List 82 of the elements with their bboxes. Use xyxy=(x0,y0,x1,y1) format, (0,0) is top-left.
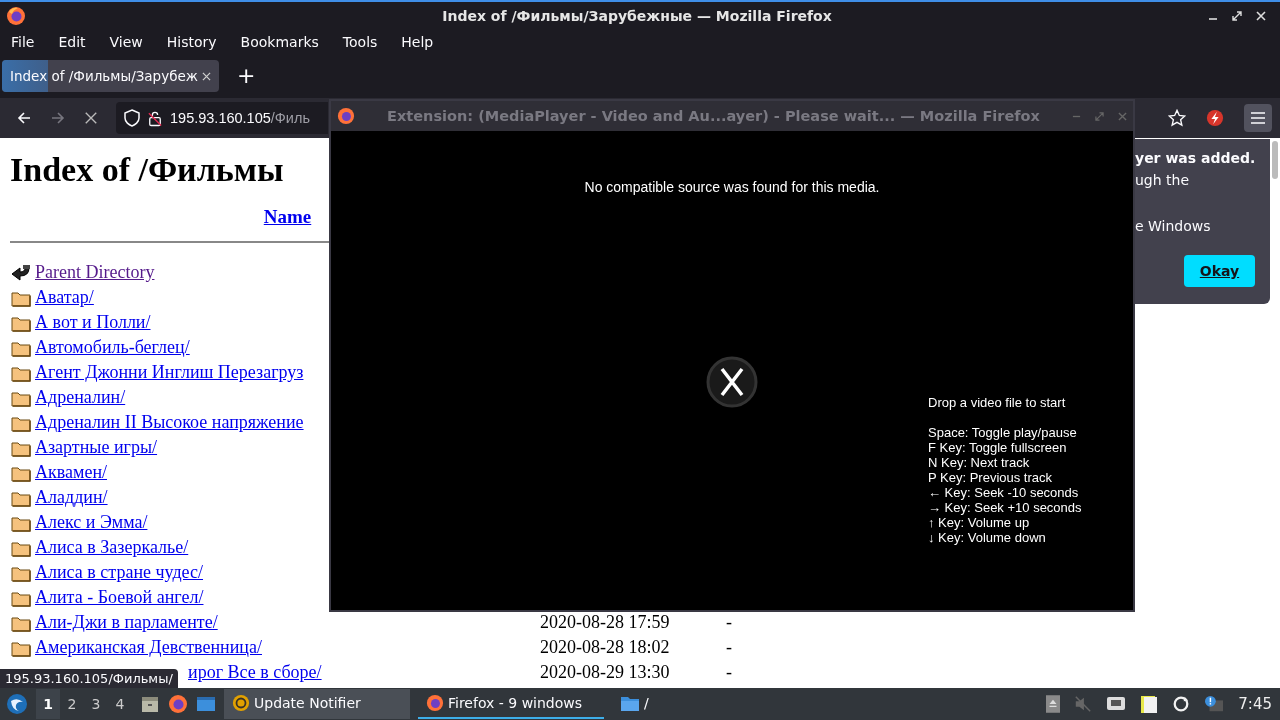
date-cell: 2020-08-28 17:59 xyxy=(540,612,670,633)
size-cell-text: - xyxy=(725,612,732,633)
menu-item[interactable]: Tools xyxy=(335,34,385,50)
folder-link[interactable]: Алиса в стране чудес/ xyxy=(35,562,203,583)
menu-item[interactable]: View xyxy=(102,34,150,50)
lightning-icon[interactable] xyxy=(1206,109,1224,127)
date-cell: 2020-08-29 13:30 xyxy=(540,662,670,683)
shortcut-text: ↓ Key: Volume down xyxy=(928,530,1047,545)
clock[interactable]: 7:45 xyxy=(1238,695,1272,713)
shortcut-text: ↑ Key: Volume up xyxy=(928,515,1031,530)
folder-link[interactable]: Али-Джи в парламенте/ xyxy=(35,612,218,633)
insecure-lock-icon[interactable] xyxy=(148,109,162,127)
menu-item[interactable]: Edit xyxy=(51,34,93,50)
folder-icon xyxy=(620,694,640,712)
workspace-button[interactable]: 3 xyxy=(84,689,108,719)
notification-title: yer was added. xyxy=(1134,150,1257,168)
window-title: Index of /Фильмы/Зарубежные — Mozilla Firefox xyxy=(441,8,833,24)
scrollbar-thumb[interactable] xyxy=(1272,141,1278,179)
taskbar-button[interactable]: / xyxy=(612,689,798,719)
workspace-button[interactable]: 4 xyxy=(108,689,132,719)
folder-link[interactable]: Азартные игры/ xyxy=(35,437,158,458)
new-tab-button[interactable]: + xyxy=(228,64,264,88)
error-x-icon xyxy=(706,356,758,408)
folder-link[interactable]: Алита - Боевой ангел/ xyxy=(35,587,204,608)
folder-link[interactable]: Parent Directory xyxy=(35,262,155,283)
error-message: No compatible source was found for this media. xyxy=(584,179,880,195)
menu-icon[interactable] xyxy=(1244,104,1272,132)
firefox-icon xyxy=(426,694,444,712)
column-header[interactable]: Name xyxy=(263,205,312,228)
shortcut-text: Space: Toggle play/pause xyxy=(928,425,1078,440)
notification-icon[interactable] xyxy=(1204,695,1225,713)
size-cell-text: - xyxy=(725,637,732,658)
taskbar-button[interactable]: Update Notifier xyxy=(224,689,410,719)
menu-item[interactable]: Bookmarks xyxy=(233,34,326,50)
folder-link[interactable]: А вот и Полли/ xyxy=(35,312,151,333)
shield-icon[interactable] xyxy=(124,109,140,127)
file-cabinet-icon[interactable] xyxy=(140,694,160,714)
firefox-icon xyxy=(6,6,26,26)
window-icon[interactable] xyxy=(196,694,216,714)
taskbar-button[interactable]: Firefox - 9 windows xyxy=(418,689,604,719)
shortcut-text: P Key: Previous track xyxy=(928,470,1054,485)
back-arrow-icon xyxy=(11,263,31,282)
menu-item[interactable]: File xyxy=(4,34,42,50)
eject-icon[interactable] xyxy=(1046,695,1061,713)
size-cell-text: - xyxy=(725,662,732,683)
back-icon[interactable] xyxy=(16,110,32,126)
notification-text: ugh the xyxy=(1134,172,1191,190)
forward-icon[interactable] xyxy=(50,110,66,126)
okay-button[interactable]: Okay xyxy=(1184,255,1255,287)
folder-link[interactable]: Адреналин II Высокое напряжение xyxy=(35,412,304,433)
network-icon[interactable] xyxy=(1106,695,1127,713)
star-icon[interactable] xyxy=(1168,109,1186,127)
menu-item[interactable]: History xyxy=(159,34,224,50)
folder-link[interactable]: Аватар/ xyxy=(35,287,94,308)
link-status-tooltip: 195.93.160.105/Фильмы/ xyxy=(0,669,178,688)
notification-text: e Windows xyxy=(1134,218,1212,236)
workspace-button[interactable]: 1 xyxy=(36,689,60,719)
clipboard-icon[interactable] xyxy=(1140,694,1159,714)
address-field[interactable]: 195.93.160.105/Филь xyxy=(116,102,328,134)
folder-link[interactable]: Автомобиль-беглец/ xyxy=(35,337,190,358)
firefox-icon xyxy=(337,107,355,125)
shortcut-text: F Key: Toggle fullscreen xyxy=(928,440,1068,455)
folder-link[interactable]: Аладдин/ xyxy=(35,487,108,508)
folder-link[interactable]: Агент Джонни Инглиш Перезагруз xyxy=(35,362,304,383)
folder-link[interactable]: Алекс и Эмма/ xyxy=(35,512,148,533)
browser-tab[interactable]: Index of /Фильмы/Зарубеж xyxy=(2,60,219,92)
workspace-button[interactable]: 2 xyxy=(60,689,84,719)
start-menu-icon[interactable] xyxy=(6,693,28,715)
shortcut-text: ← Key: Seek -10 seconds xyxy=(928,485,1080,500)
folder-link[interactable]: Адреналин/ xyxy=(35,387,126,408)
firefox-icon[interactable] xyxy=(168,694,188,714)
folder-link[interactable]: Алиса в Зазеркалье/ xyxy=(35,537,189,558)
shortcut-text: → Key: Seek +10 seconds xyxy=(928,500,1082,515)
folder-link[interactable]: Американская Девственница/ xyxy=(35,637,262,658)
shortcut-text: N Key: Next track xyxy=(928,455,1031,470)
menu-item[interactable]: Help xyxy=(394,34,441,50)
window-title: Extension: (MediaPlayer - Video and Au...ayer) - Please wait... — Mozilla Firefox xyxy=(386,108,1041,124)
date-cell: 2020-08-28 18:02 xyxy=(540,637,670,658)
stop-icon[interactable] xyxy=(84,111,98,125)
hint-text: Drop a video file to start xyxy=(928,395,1067,410)
folder-link[interactable]: Аквамен/ xyxy=(35,462,107,483)
page-heading: Index of /Фильмы xyxy=(10,150,284,190)
